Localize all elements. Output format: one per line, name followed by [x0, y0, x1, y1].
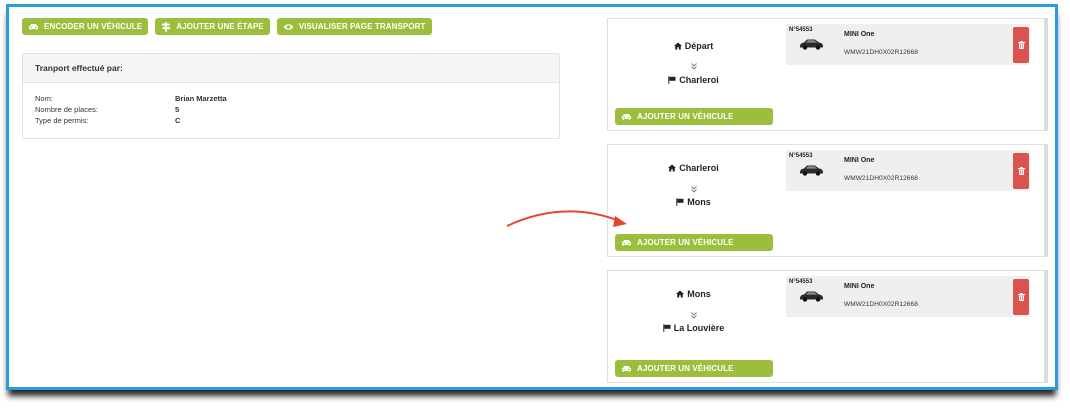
carrier-label: Nom:: [35, 94, 53, 103]
add-vehicle-button[interactable]: AJOUTER UN VÉHICULE: [615, 108, 773, 125]
flag-icon: [668, 76, 676, 84]
car-icon: [29, 23, 38, 30]
transport-stage: Charleroi Mons AJOUTER UN VÉHICULE N°545…: [607, 144, 1048, 257]
trash-icon: [1017, 41, 1025, 49]
carrier-panel: Tranport effectué par: Nom: Brian Marzet…: [22, 53, 560, 139]
carrier-row-license: Type de permis: C: [35, 115, 547, 126]
home-icon: [676, 290, 685, 298]
car-icon: [622, 113, 631, 120]
add-step-label: AJOUTER UNE ÉTAPE: [176, 22, 264, 31]
carrier-value: Brian Marzetta: [175, 94, 227, 103]
chevron-double-down-icon: [608, 306, 779, 324]
carrier-value: 5: [175, 105, 180, 114]
home-icon: [668, 164, 677, 172]
carrier-panel-title: Tranport effectué par:: [23, 54, 559, 83]
chevron-double-down-icon: [608, 57, 779, 75]
add-vehicle-label: AJOUTER UN VÉHICULE: [637, 364, 734, 373]
carrier-value: C: [175, 116, 181, 125]
eye-icon: [283, 23, 294, 30]
stage-from-label: Départ: [684, 41, 714, 51]
encode-vehicle-label: ENCODER UN VÉHICULE: [44, 22, 143, 31]
car-icon: [622, 239, 631, 246]
add-step-button[interactable]: AJOUTER UNE ÉTAPE: [155, 18, 270, 35]
stage-to-label: La Louvière: [673, 323, 725, 333]
vehicle-vin: WMW21DH0X02R12668: [844, 301, 918, 308]
stage-from: Départ: [608, 41, 779, 51]
stage-from-label: Mons: [687, 289, 711, 299]
vehicle-card: N°54553 MINI One WMW21DH0X02R12668: [786, 276, 1030, 317]
transport-stage: Mons La Louvière AJOUTER UN VÉHICULE N°5…: [607, 270, 1048, 383]
carrier-label: Type de permis:: [35, 116, 89, 125]
delete-vehicle-button[interactable]: [1013, 279, 1029, 315]
annotation-arrow: [506, 210, 627, 227]
carrier-row-name: Nom: Brian Marzetta: [35, 93, 547, 104]
vehicle-card: N°54553 MINI One WMW21DH0X02R12668: [786, 24, 1030, 65]
car-thumbnail: [800, 165, 823, 176]
flag-icon: [676, 198, 684, 206]
vehicle-card: N°54553 MINI One WMW21DH0X02R12668: [786, 150, 1030, 191]
stage-to-label: Mons: [687, 197, 711, 207]
delete-vehicle-button[interactable]: [1013, 27, 1029, 63]
add-vehicle-button[interactable]: AJOUTER UN VÉHICULE: [615, 360, 773, 377]
vehicle-model: MINI One: [844, 157, 875, 164]
flag-icon: [663, 324, 671, 332]
vehicle-number: N°54553: [789, 279, 813, 285]
trash-icon: [1017, 293, 1025, 301]
stage-to: Charleroi: [608, 75, 779, 85]
stage-to: La Louvière: [608, 323, 779, 333]
car-thumbnail: [800, 291, 823, 302]
delete-vehicle-button[interactable]: [1013, 153, 1029, 189]
vehicle-number: N°54553: [789, 153, 813, 159]
view-transport-page-label: VISUALISER PAGE TRANSPORT: [298, 22, 426, 31]
encode-vehicle-button[interactable]: ENCODER UN VÉHICULE: [22, 18, 149, 35]
stage-from-label: Charleroi: [679, 163, 719, 173]
transport-stage: Départ Charleroi AJOUTER UN VÉHICULE N°5…: [607, 18, 1048, 131]
trash-icon: [1017, 167, 1025, 175]
stage-from: Mons: [608, 289, 779, 299]
vehicle-vin: WMW21DH0X02R12668: [844, 49, 918, 56]
chevron-double-down-icon: [608, 180, 779, 198]
add-vehicle-button[interactable]: AJOUTER UN VÉHICULE: [615, 234, 773, 251]
view-transport-page-button[interactable]: VISUALISER PAGE TRANSPORT: [276, 18, 432, 35]
car-icon: [622, 365, 631, 372]
car-thumbnail: [800, 39, 823, 50]
stage-from: Charleroi: [608, 163, 779, 173]
toolbar: ENCODER UN VÉHICULE AJOUTER UNE ÉTAPE VI…: [22, 18, 432, 35]
vehicle-vin: WMW21DH0X02R12668: [844, 175, 918, 182]
add-vehicle-label: AJOUTER UN VÉHICULE: [637, 238, 734, 247]
add-vehicle-label: AJOUTER UN VÉHICULE: [637, 112, 734, 121]
app-frame: ENCODER UN VÉHICULE AJOUTER UNE ÉTAPE VI…: [6, 4, 1058, 390]
stage-to-label: Charleroi: [679, 75, 719, 85]
vehicle-model: MINI One: [844, 31, 875, 38]
carrier-row-seats: Nombre de places: 5: [35, 104, 547, 115]
vehicle-number: N°54553: [789, 27, 813, 33]
carrier-label: Nombre de places:: [35, 105, 98, 114]
home-icon: [673, 42, 682, 50]
vehicle-model: MINI One: [844, 283, 875, 290]
signpost-icon: [162, 21, 171, 32]
